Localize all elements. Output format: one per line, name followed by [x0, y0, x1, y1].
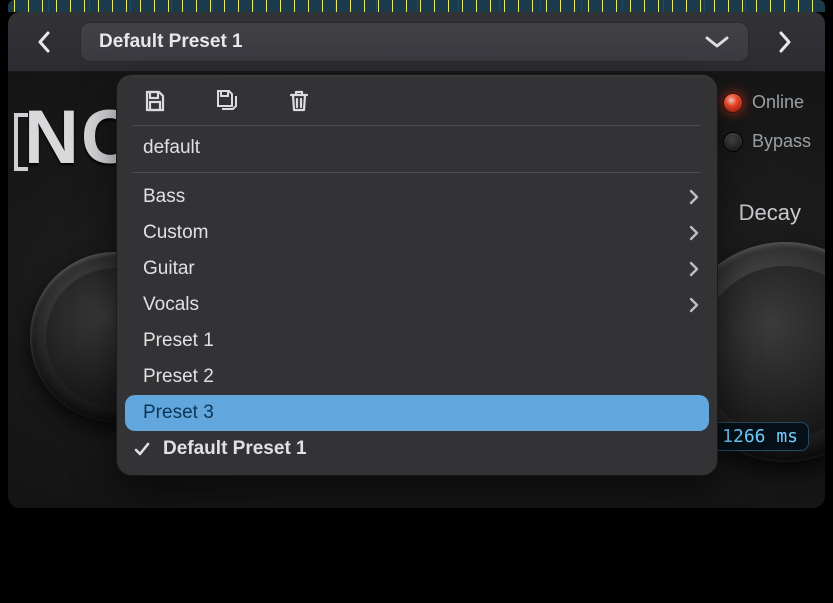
save-icon	[143, 89, 167, 113]
menu-category-custom[interactable]: Custom	[117, 215, 717, 251]
menu-current-preset[interactable]: Default Preset 1	[117, 431, 717, 467]
delete-preset-button[interactable]	[285, 87, 313, 115]
chevron-right-icon	[689, 189, 699, 205]
decay-label: Decay	[739, 200, 801, 226]
menu-preset-1[interactable]: Preset 1	[117, 323, 717, 359]
menu-divider	[133, 172, 701, 173]
save-preset-button[interactable]	[141, 87, 169, 115]
led-bypass-icon	[724, 133, 742, 151]
menu-preset-2[interactable]: Preset 2	[117, 359, 717, 395]
chevron-right-icon	[778, 31, 792, 53]
trash-icon	[288, 89, 310, 113]
preset-display-label: Default Preset 1	[99, 31, 243, 53]
plugin-chrome: Default Preset 1	[8, 12, 825, 72]
chevron-down-icon	[704, 34, 730, 50]
preset-menu-list: default Bass Custom Guitar	[117, 126, 717, 467]
online-toggle[interactable]: Online	[724, 92, 811, 113]
preset-prev-button[interactable]	[24, 22, 64, 62]
chevron-right-icon	[689, 225, 699, 241]
plugin-window: Default Preset 1 NC Online B	[8, 12, 825, 508]
menu-item-default[interactable]: default	[117, 130, 717, 166]
save-as-preset-button[interactable]	[213, 87, 241, 115]
chevron-left-icon	[37, 31, 51, 53]
preset-next-button[interactable]	[765, 22, 805, 62]
menu-category-vocals[interactable]: Vocals	[117, 287, 717, 323]
plugin-reflection: Default Preset 1 1266 ms	[8, 516, 825, 603]
led-online-icon	[724, 94, 742, 112]
host-waveform-strip	[8, 0, 825, 12]
chevron-right-icon	[689, 297, 699, 313]
online-label: Online	[752, 92, 804, 113]
status-leds: Online Bypass	[724, 92, 811, 152]
menu-preset-3[interactable]: Preset 3	[125, 395, 709, 431]
bypass-toggle[interactable]: Bypass	[724, 131, 811, 152]
preset-menu: default Bass Custom Guitar	[116, 74, 718, 476]
preset-menu-toolbar	[117, 75, 717, 125]
menu-category-bass[interactable]: Bass	[117, 179, 717, 215]
save-as-icon	[214, 88, 240, 114]
check-icon	[133, 440, 151, 458]
chevron-right-icon	[689, 261, 699, 277]
preset-display[interactable]: Default Preset 1	[80, 22, 749, 62]
decay-value-display[interactable]: 1266 ms	[711, 422, 809, 451]
menu-category-guitar[interactable]: Guitar	[117, 251, 717, 287]
bypass-label: Bypass	[752, 131, 811, 152]
